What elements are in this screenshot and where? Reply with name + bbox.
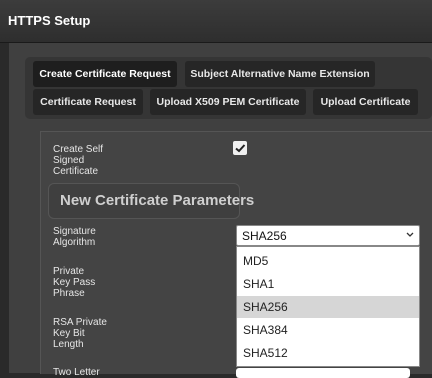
self-signed-checkbox[interactable]: [233, 141, 247, 155]
self-signed-label: Create Self Signed Certificate: [53, 144, 104, 177]
section-title: New Certificate Parameters: [60, 192, 255, 209]
option-sha384[interactable]: SHA384: [237, 319, 419, 341]
window-titlebar: HTTPS Setup: [0, 0, 432, 43]
chevron-down-icon: [406, 232, 414, 237]
option-sha1[interactable]: SHA1: [237, 273, 419, 295]
option-sha512[interactable]: SHA512: [237, 342, 419, 364]
tab-subject-alternative-name-extension[interactable]: Subject Alternative Name Extension: [185, 61, 375, 87]
rsa-key-bit-length-label: RSA Private Key Bit Length: [53, 317, 107, 350]
signature-algorithm-dropdown: MD5 SHA1 SHA256 SHA384 SHA512: [236, 246, 420, 367]
window-title: HTTPS Setup: [8, 13, 91, 28]
signature-algorithm-select[interactable]: SHA256: [236, 225, 420, 246]
option-sha256[interactable]: SHA256: [237, 296, 419, 318]
tab-upload-x509-pem-certificate[interactable]: Upload X509 PEM Certificate: [150, 89, 306, 115]
checkmark-icon: [235, 144, 246, 153]
tab-certificate-request[interactable]: Certificate Request: [33, 89, 143, 115]
signature-algorithm-value: SHA256: [242, 229, 287, 243]
tab-create-certificate-request[interactable]: Create Certificate Request: [33, 61, 177, 87]
private-key-pass-phrase-label: Private Key Pass Phrase: [53, 266, 96, 299]
option-md5[interactable]: MD5: [237, 250, 419, 272]
two-letter-input[interactable]: [236, 368, 410, 378]
signature-algorithm-label: Signature Algorithm: [53, 226, 96, 248]
tab-upload-certificate[interactable]: Upload Certificate: [313, 89, 418, 115]
